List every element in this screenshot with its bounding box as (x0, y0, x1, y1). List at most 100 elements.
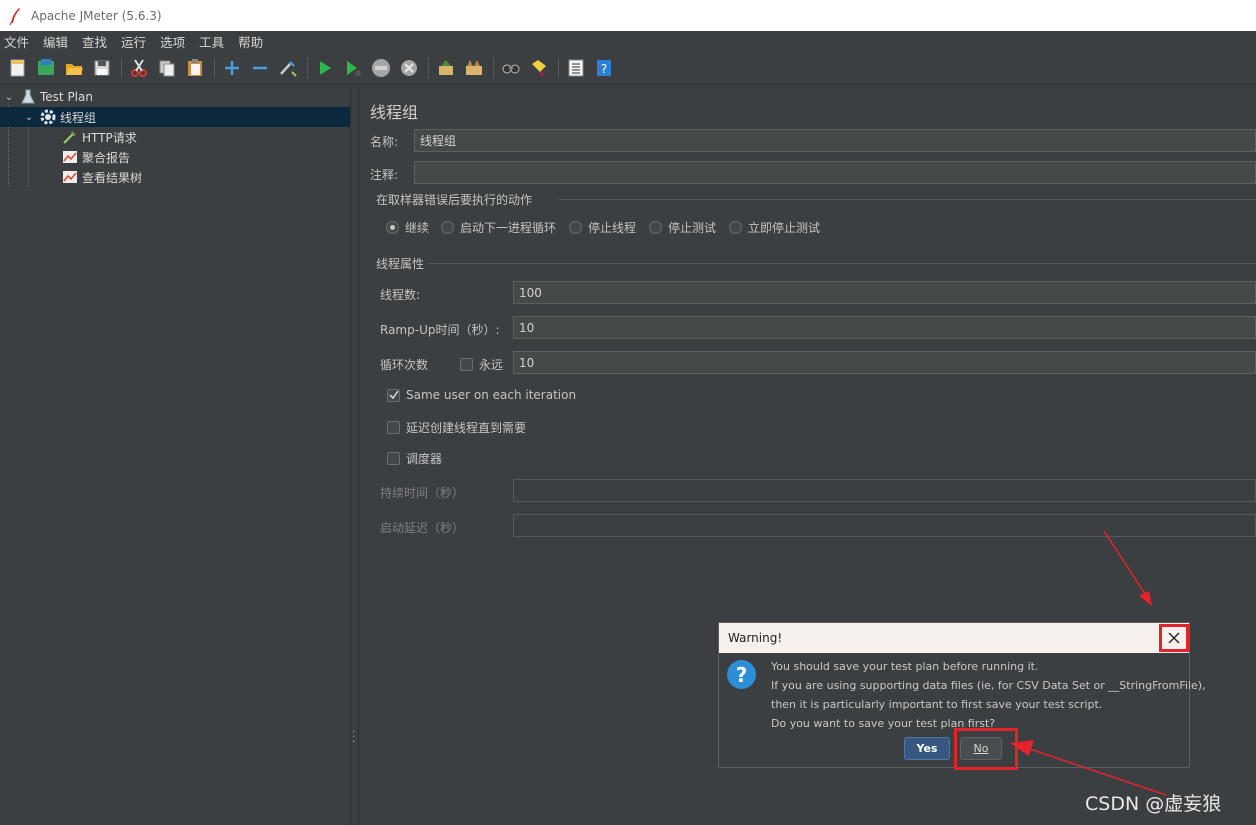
checkmark-icon (388, 390, 399, 400)
checkbox-box[interactable] (460, 358, 473, 371)
radio-label: 启动下一进程循环 (460, 221, 557, 235)
toggle-icon[interactable] (277, 57, 299, 79)
close-icon (1168, 632, 1180, 644)
annotation-highlight-box (954, 728, 1018, 770)
yes-button[interactable]: Yes (904, 737, 950, 760)
templates-icon[interactable] (35, 57, 57, 79)
checkbox-box[interactable] (387, 388, 400, 402)
dialog-message-line: If you are using supporting data files (… (771, 679, 1206, 692)
radio-label: 停止测试 (668, 221, 717, 235)
dialog-title: Warning! (728, 631, 783, 645)
same-user-label: Same user on each iteration (406, 388, 577, 402)
radio-dot[interactable] (729, 221, 742, 234)
menu-search[interactable]: 查找 (82, 32, 107, 51)
open-icon[interactable] (63, 57, 85, 79)
menu-tools[interactable]: 工具 (199, 32, 224, 51)
tree-item-label: 线程组 (60, 110, 97, 125)
chevron-down-icon[interactable]: ⌄ (22, 112, 36, 123)
tree-guide-line (28, 126, 29, 186)
clear-icon[interactable] (435, 57, 457, 79)
radio-stop-test[interactable]: 停止测试 (649, 219, 716, 236)
splitter-grip-icon[interactable]: · · · (352, 728, 357, 748)
pipette-icon (62, 129, 78, 145)
duration-label: 持续时间（秒） (380, 486, 465, 500)
stop-icon[interactable] (370, 57, 392, 79)
menu-run[interactable]: 运行 (121, 32, 146, 51)
collapse-icon[interactable] (249, 57, 271, 79)
same-user-checkbox[interactable]: Same user on each iteration (387, 388, 576, 402)
clear-all-icon[interactable] (463, 57, 485, 79)
tree-item-label: HTTP请求 (82, 130, 137, 145)
paste-icon[interactable] (184, 57, 206, 79)
delay-label: 延迟创建线程直到需要 (406, 421, 527, 435)
tree-item-http-request[interactable]: HTTP请求 (58, 127, 137, 147)
radio-stop-thread[interactable]: 停止线程 (569, 219, 636, 236)
chevron-down-icon[interactable]: ⌄ (2, 92, 16, 103)
menu-bar: 文件 编辑 查找 运行 选项 工具 帮助 (0, 31, 1256, 52)
forever-checkbox[interactable]: 永远 (460, 356, 503, 373)
rampup-value: 10 (519, 320, 535, 335)
save-icon[interactable] (91, 57, 113, 79)
menu-help[interactable]: 帮助 (238, 32, 263, 51)
svg-text:?: ? (601, 62, 607, 76)
loop-count-input[interactable]: 10 (513, 351, 1256, 374)
thread-properties-group-title: 线程属性 (376, 257, 425, 271)
graph-icon (62, 169, 78, 185)
reset-search-icon[interactable] (528, 57, 550, 79)
radio-stop-test-now[interactable]: 立即停止测试 (729, 219, 820, 236)
duration-input[interactable] (513, 479, 1256, 502)
tree-item-test-plan[interactable]: ⌄ Test Plan (2, 87, 93, 107)
gear-icon (40, 109, 56, 125)
start-no-pause-icon[interactable] (342, 57, 364, 79)
comment-input[interactable] (414, 161, 1256, 184)
radio-dot[interactable] (441, 221, 454, 234)
new-icon[interactable] (7, 57, 29, 79)
split-pane-divider[interactable] (351, 86, 359, 825)
radio-start-next-loop[interactable]: 启动下一进程循环 (441, 219, 556, 236)
search-icon[interactable] (500, 57, 522, 79)
radio-dot[interactable] (649, 221, 662, 234)
checkbox-box[interactable] (387, 421, 400, 434)
forever-label: 永远 (479, 358, 504, 372)
threads-label: 线程数: (380, 288, 421, 302)
checkbox-box[interactable] (387, 452, 400, 465)
watermark-text: CSDN @虚妄狼 (1085, 793, 1222, 815)
tree-item-label: 查看结果树 (82, 170, 143, 185)
help-icon[interactable]: ? (593, 57, 615, 79)
radio-label: 继续 (405, 221, 430, 235)
radio-label: 立即停止测试 (748, 221, 821, 235)
startup-delay-input[interactable] (513, 514, 1256, 537)
toolbar-separator (214, 57, 215, 79)
title-bar: Apache JMeter (5.6.3) (0, 0, 1256, 31)
tree-item-aggregate-report[interactable]: 聚合报告 (58, 147, 130, 167)
cut-icon[interactable] (128, 57, 150, 79)
radio-continue[interactable]: 继续 (386, 219, 429, 236)
group-divider (559, 199, 1256, 200)
tree-item-thread-group[interactable]: ⌄ 线程组 (0, 107, 350, 127)
tree-item-view-results-tree[interactable]: 查看结果树 (58, 167, 142, 187)
menu-edit[interactable]: 编辑 (43, 32, 68, 51)
menu-options[interactable]: 选项 (160, 32, 185, 51)
copy-icon[interactable] (156, 57, 178, 79)
threads-input[interactable]: 100 (513, 281, 1256, 304)
window-title: Apache JMeter (5.6.3) (31, 8, 162, 23)
expand-icon[interactable] (221, 57, 243, 79)
rampup-label: Ramp-Up时间（秒）: (380, 323, 500, 337)
scheduler-checkbox[interactable]: 调度器 (387, 450, 442, 467)
toolbar-separator (558, 57, 559, 79)
menu-file[interactable]: 文件 (4, 32, 29, 51)
toolbar-separator (493, 57, 494, 79)
dialog-title-bar: Warning! (719, 623, 1189, 653)
start-icon[interactable] (314, 57, 336, 79)
dialog-close-button[interactable] (1159, 624, 1189, 652)
shutdown-icon[interactable] (398, 57, 420, 79)
toolbar-separator (307, 57, 308, 79)
rampup-input[interactable]: 10 (513, 316, 1256, 339)
radio-dot[interactable] (386, 221, 399, 234)
group-divider (429, 263, 1256, 264)
delay-thread-creation-checkbox[interactable]: 延迟创建线程直到需要 (387, 419, 526, 436)
startup-delay-label: 启动延迟（秒） (380, 521, 465, 535)
function-helper-icon[interactable] (565, 57, 587, 79)
radio-dot[interactable] (569, 221, 582, 234)
name-input[interactable]: 线程组 (414, 129, 1256, 152)
